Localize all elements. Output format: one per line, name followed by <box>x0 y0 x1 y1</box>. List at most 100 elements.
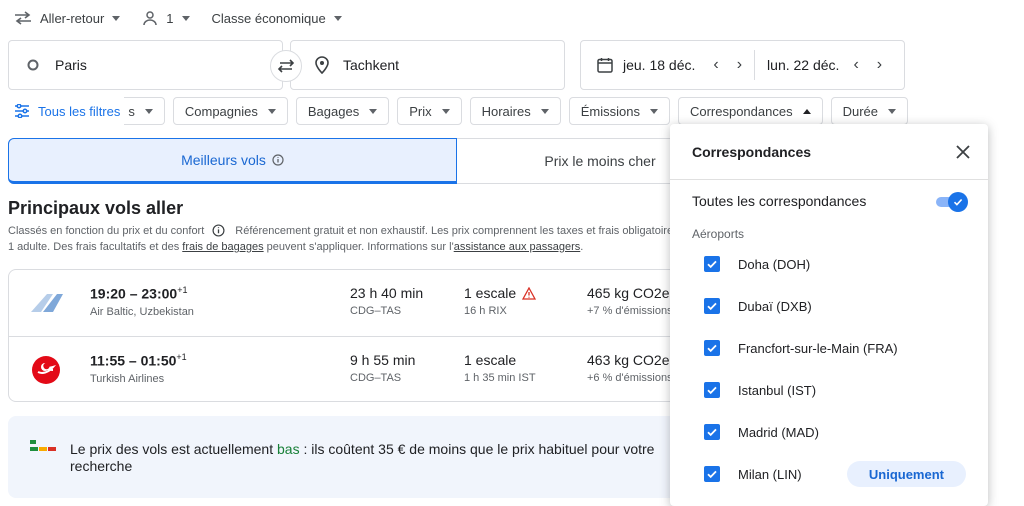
flight-row[interactable]: 19:20 – 23:00+1 Air Baltic, Uzbekistan 2… <box>9 270 707 336</box>
checkbox-checked[interactable] <box>704 466 720 482</box>
chevron-down-icon <box>540 108 549 114</box>
next-day-marker: +1 <box>177 285 188 295</box>
chevron-right-icon[interactable]: › <box>737 56 742 74</box>
filter-chip-bags[interactable]: Bagages <box>295 97 390 125</box>
airport-option-mad[interactable]: Madrid (MAD) <box>704 417 966 447</box>
chevron-down-icon <box>267 108 276 114</box>
depart-date[interactable]: jeu. 18 déc. <box>623 57 695 73</box>
filter-bar: Tous les filtres s Compagnies Bagages Pr… <box>8 97 909 125</box>
turkish-airlines-logo <box>32 356 60 384</box>
cabin-class-label: Classe économique <box>211 10 326 26</box>
note-text: peuvent s'appliquer. Informations sur l' <box>263 241 454 253</box>
close-icon[interactable] <box>956 144 970 159</box>
chip-label: Horaires <box>481 103 531 119</box>
check-icon <box>948 192 968 212</box>
emissions-delta: +6 % d'émissions <box>587 372 673 384</box>
airport-option-lin[interactable]: Milan (LIN) Uniquement <box>704 459 966 489</box>
flight-route: CDG–TAS <box>350 372 402 384</box>
flight-times: 11:55 – 01:50+1 <box>90 352 187 369</box>
airline-name: Air Baltic, Uzbekistan <box>90 305 194 318</box>
passenger-assistance-link[interactable]: assistance aux passagers <box>454 241 581 253</box>
return-date[interactable]: lun. 22 déc. <box>767 57 839 73</box>
price-level-icon <box>30 440 56 451</box>
flight-row[interactable]: 11:55 – 01:50+1 Turkish Airlines 9 h 55 … <box>9 336 707 402</box>
warning-icon <box>522 286 537 300</box>
trip-options-bar: Aller-retour 1 Classe économique <box>14 6 342 30</box>
note-text: 1 adulte. Des frais facultatifs et des <box>8 241 183 253</box>
checkbox-checked[interactable] <box>704 424 720 440</box>
all-connections-label: Toutes les correspondances <box>692 193 867 209</box>
stops-text: 1 escale <box>464 285 517 301</box>
origin-field[interactable]: Paris <box>8 40 283 90</box>
checkbox-checked[interactable] <box>704 298 720 314</box>
filter-chip-connections[interactable]: Correspondances <box>677 97 823 125</box>
location-pin-icon <box>315 56 329 74</box>
filter-chip-airlines[interactable]: Compagnies <box>172 97 288 125</box>
checkbox-checked[interactable] <box>704 382 720 398</box>
tune-icon <box>15 104 29 118</box>
swap-icon <box>277 59 295 73</box>
panel-title: Correspondances <box>692 143 812 160</box>
trip-type-select[interactable]: Aller-retour <box>14 10 121 26</box>
all-filters-label: Tous les filtres <box>38 103 121 119</box>
airport-label: Doha (DOH) <box>738 256 811 272</box>
price-level-label: bas <box>277 441 300 457</box>
checkbox-checked[interactable] <box>704 340 720 356</box>
airport-option-dxb[interactable]: Dubaï (DXB) <box>704 291 966 321</box>
chip-label: s <box>128 103 135 119</box>
flight-emissions: 463 kg CO2e <box>587 352 670 368</box>
info-icon[interactable] <box>272 154 284 166</box>
airport-label: Milan (LIN) <box>738 466 802 482</box>
cabin-class-select[interactable]: Classe économique <box>212 11 342 26</box>
passengers-select[interactable]: 1 <box>142 10 190 26</box>
date-divider <box>754 50 756 80</box>
insight-prefix: Le prix des vols est actuellement <box>70 441 277 457</box>
chip-label: Prix <box>409 103 432 119</box>
all-connections-toggle[interactable] <box>934 192 968 212</box>
flight-duration: 23 h 40 min <box>350 285 424 301</box>
only-this-airport-button[interactable]: Uniquement <box>846 461 966 487</box>
flight-list: 19:20 – 23:00+1 Air Baltic, Uzbekistan 2… <box>8 269 708 402</box>
chevron-down-icon <box>369 108 378 114</box>
airline-name: Turkish Airlines <box>90 372 165 385</box>
airport-option-fra[interactable]: Francfort-sur-le-Main (FRA) <box>704 333 966 363</box>
panel-header: Correspondances <box>670 124 988 180</box>
stop-detail: 1 h 35 min IST <box>464 372 536 384</box>
filter-chip-duration[interactable]: Durée <box>830 97 909 125</box>
results-title: Principaux vols aller <box>8 198 184 218</box>
person-icon <box>143 11 158 26</box>
airport-label: Istanbul (IST) <box>738 382 817 398</box>
airport-option-ist[interactable]: Istanbul (IST) <box>704 375 966 405</box>
filter-chip-times[interactable]: Horaires <box>469 97 561 125</box>
flight-times: 19:20 – 23:00+1 <box>90 285 194 302</box>
flight-route: CDG–TAS <box>350 305 402 317</box>
tab-label: Meilleurs vols <box>181 152 266 168</box>
chip-label: Compagnies <box>184 103 258 119</box>
chevron-left-icon[interactable]: ‹ <box>713 56 718 74</box>
destination-field[interactable]: Tachkent <box>290 40 565 90</box>
chip-label: Correspondances <box>689 103 793 119</box>
filter-chip-emissions[interactable]: Émissions <box>568 97 670 125</box>
all-filters-button[interactable]: Tous les filtres <box>8 97 126 125</box>
chevron-down-icon <box>333 15 342 21</box>
origin-value: Paris <box>55 57 87 73</box>
price-insight-banner: Le prix des vols est actuellement bas : … <box>8 416 708 498</box>
trip-type-label: Aller-retour <box>40 10 105 26</box>
airport-label: Francfort-sur-le-Main (FRA) <box>738 340 898 356</box>
calendar-icon <box>597 58 613 73</box>
tab-best-flights[interactable]: Meilleurs vols <box>8 138 457 184</box>
note-text: . <box>580 241 584 253</box>
info-icon[interactable] <box>212 224 225 237</box>
filter-chip-stops[interactable]: s <box>124 97 165 125</box>
checkbox-checked[interactable] <box>704 256 720 272</box>
swap-locations-button[interactable] <box>270 50 302 82</box>
airport-label: Dubaï (DXB) <box>738 298 812 314</box>
next-day-marker: +1 <box>176 352 187 362</box>
chevron-left-icon[interactable]: ‹ <box>853 56 858 74</box>
dates-field: jeu. 18 déc. ‹ › lun. 22 déc. ‹ › <box>580 40 905 90</box>
baggage-fees-link[interactable]: frais de bagages <box>182 241 263 253</box>
chip-label: Émissions <box>580 103 640 119</box>
airport-option-doh[interactable]: Doha (DOH) <box>704 249 966 279</box>
chevron-right-icon[interactable]: › <box>877 56 882 74</box>
filter-chip-price[interactable]: Prix <box>397 97 462 125</box>
